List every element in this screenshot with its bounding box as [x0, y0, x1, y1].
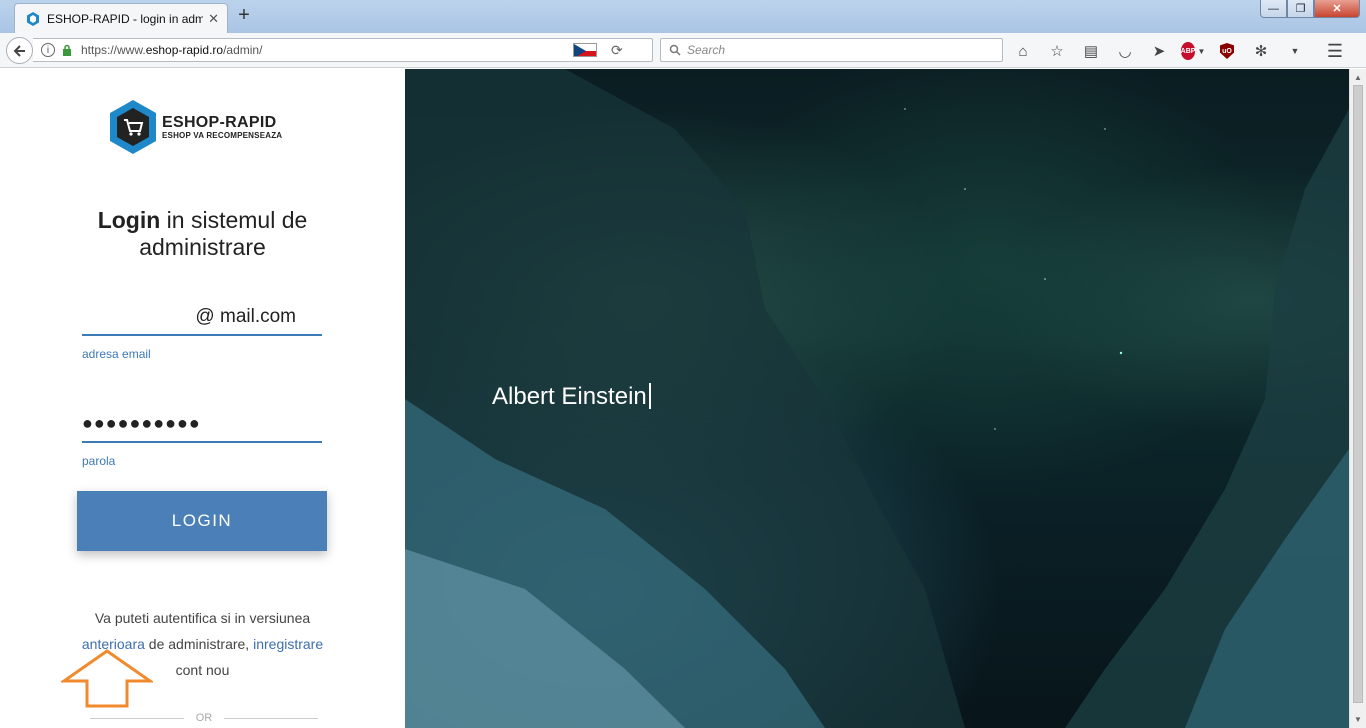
extension-icon[interactable]: ✻ [1250, 40, 1272, 62]
url-domain: eshop-rapid.ro [145, 43, 224, 57]
page-scrollbar[interactable]: ▲ ▼ [1349, 69, 1366, 728]
info-middle: de administrare, [144, 636, 254, 652]
login-heading: Login in sistemul de administrare [40, 207, 365, 261]
new-tab-button[interactable]: + [234, 5, 254, 25]
ublock-icon[interactable]: uO [1216, 40, 1238, 62]
czech-flag-icon[interactable] [573, 43, 597, 57]
tab-title: ESHOP-RAPID - login in adm [47, 11, 203, 26]
reload-icon[interactable]: ⟳ [611, 42, 623, 59]
browser-tab[interactable]: ESHOP-RAPID - login in adm ✕ [14, 3, 228, 33]
hero-image-panel: Albert Einstein [405, 69, 1349, 728]
toolbar-icons: ⌂ ☆ ▤ ◡ ➤ ABP ▼ uO ✻ ▼ ☰ [1012, 40, 1358, 62]
scroll-down-icon[interactable]: ▼ [1354, 715, 1362, 724]
pocket-icon[interactable]: ◡ [1114, 40, 1136, 62]
close-window-button[interactable]: ✕ [1314, 0, 1360, 18]
search-bar[interactable]: Search [660, 38, 1003, 62]
send-icon[interactable]: ➤ [1148, 40, 1170, 62]
email-label: adresa email [82, 347, 151, 361]
or-line-right [224, 717, 318, 719]
scroll-thumb[interactable] [1353, 85, 1363, 703]
page-content: ESHOP-RAPID ESHOP VA RECOMPENSEAZA Login… [0, 69, 1349, 728]
quote-text: Albert Einstein [492, 383, 647, 410]
logo[interactable]: ESHOP-RAPID ESHOP VA RECOMPENSEAZA [108, 99, 282, 155]
cart-logo-icon [110, 100, 156, 154]
tab-bar: ESHOP-RAPID - login in adm ✕ + — ❐ ✕ [0, 0, 1366, 33]
email-field[interactable]: @ mail.com [82, 302, 322, 336]
reading-list-icon[interactable]: ▤ [1080, 40, 1102, 62]
tab-close-icon[interactable]: ✕ [208, 11, 219, 27]
arrow-up-icon [61, 649, 153, 708]
logo-text: ESHOP-RAPID ESHOP VA RECOMPENSEAZA [162, 114, 282, 140]
window-controls: — ❐ ✕ [1260, 0, 1360, 18]
search-placeholder: Search [687, 43, 726, 57]
url-path: /admin/ [223, 43, 263, 57]
or-line-left [90, 717, 184, 719]
heading-bold: Login [97, 207, 161, 233]
info-line1: Va puteti autentifica si in versiunea [94, 610, 311, 626]
password-field[interactable]: ●●●●●●●●●● [82, 409, 322, 443]
navigation-bar: i https://www.eshop-rapid.ro/admin/ ⟳ Se… [0, 33, 1366, 68]
text-cursor [648, 383, 651, 409]
menu-icon[interactable]: ☰ [1324, 40, 1346, 62]
logo-name: ESHOP-RAPID [162, 114, 277, 131]
login-panel: ESHOP-RAPID ESHOP VA RECOMPENSEAZA Login… [0, 69, 405, 728]
url-bar[interactable]: i https://www.eshop-rapid.ro/admin/ ⟳ [33, 38, 653, 62]
adblock-plus-icon[interactable]: ABP ▼ [1180, 40, 1205, 62]
or-text: OR [195, 712, 213, 724]
password-label: parola [82, 454, 116, 468]
hero-quote: Albert Einstein [492, 383, 651, 411]
site-favicon-icon [25, 11, 41, 27]
scroll-up-icon[interactable]: ▲ [1354, 73, 1362, 82]
home-icon[interactable]: ⌂ [1012, 40, 1034, 62]
or-divider: OR [90, 712, 318, 724]
info-icon[interactable]: i [41, 43, 55, 57]
info-end: cont nou [175, 662, 230, 678]
logo-tagline: ESHOP VA RECOMPENSEAZA [162, 131, 283, 140]
maximize-button[interactable]: ❐ [1287, 0, 1314, 18]
login-button[interactable]: LOGIN [77, 491, 327, 551]
url-prefix: https://www. [81, 43, 146, 57]
register-link[interactable]: inregistrare [253, 636, 323, 652]
back-arrow-icon [13, 44, 25, 57]
back-button[interactable] [6, 37, 33, 64]
lock-icon [63, 44, 71, 56]
heading-rest: in sistemul de administrare [139, 207, 308, 260]
minimize-button[interactable]: — [1260, 0, 1287, 18]
search-icon [669, 44, 681, 56]
bookmark-star-icon[interactable]: ☆ [1046, 40, 1068, 62]
dropdown-icon[interactable]: ▼ [1284, 40, 1306, 62]
url-text[interactable]: https://www.eshop-rapid.ro/admin/ [81, 43, 571, 57]
